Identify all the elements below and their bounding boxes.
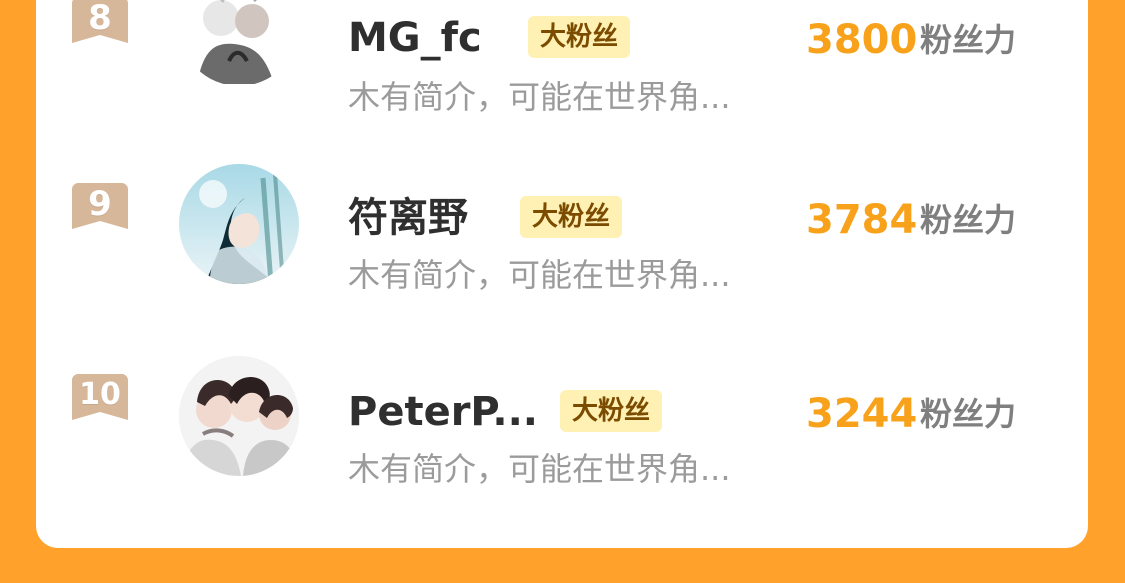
username[interactable]: MG_fc [348, 14, 482, 62]
fan-power-unit: 粉丝力 [920, 201, 1017, 239]
fan-power-value: 3244 [806, 391, 918, 437]
user-bio: 木有简介，可能在世界角... [348, 78, 731, 116]
username[interactable]: PeterP... [348, 388, 538, 436]
rank-number: 8 [88, 0, 112, 38]
fan-power-value: 3784 [806, 197, 918, 243]
fan-power-unit: 粉丝力 [920, 21, 1017, 59]
fan-level-badge: 大粉丝 [528, 16, 631, 58]
avatar-image [179, 0, 299, 86]
avatar[interactable] [179, 356, 299, 476]
username[interactable]: 符离野 [348, 194, 468, 242]
fan-level-badge: 大粉丝 [520, 196, 623, 238]
fan-power-value: 3800 [806, 17, 918, 63]
rank-number: 9 [88, 184, 112, 224]
leaderboard-screen: 8 MG_fc 大粉丝 木有简介，可能在世界角... 3800 粉丝力 9 符离… [0, 0, 1125, 583]
avatar[interactable] [179, 164, 299, 284]
fan-level-badge: 大粉丝 [560, 390, 663, 432]
leaderboard-row[interactable]: 8 MG_fc 大粉丝 木有简介，可能在世界角... 3800 粉丝力 [36, 0, 1088, 116]
rank-badge: 8 [72, 0, 128, 43]
leaderboard-card: 8 MG_fc 大粉丝 木有简介，可能在世界角... 3800 粉丝力 9 符离… [36, 0, 1088, 548]
rank-badge: 10 [72, 374, 128, 420]
user-bio: 木有简介，可能在世界角... [348, 256, 731, 294]
rank-badge: 9 [72, 183, 128, 229]
rank-number: 10 [79, 377, 121, 412]
avatar-image [179, 164, 299, 284]
fan-power-unit: 粉丝力 [920, 395, 1017, 433]
avatar[interactable] [179, 0, 299, 86]
avatar-image [179, 356, 299, 476]
leaderboard-row[interactable]: 9 符离野 大粉丝 木有简介，可能在世界角... 3784 粉丝力 [36, 150, 1088, 300]
leaderboard-row[interactable]: 10 PeterP... 大粉丝 木有简介，可能在世界角... 3244 粉丝力 [36, 340, 1088, 490]
user-bio: 木有简介，可能在世界角... [348, 450, 731, 488]
